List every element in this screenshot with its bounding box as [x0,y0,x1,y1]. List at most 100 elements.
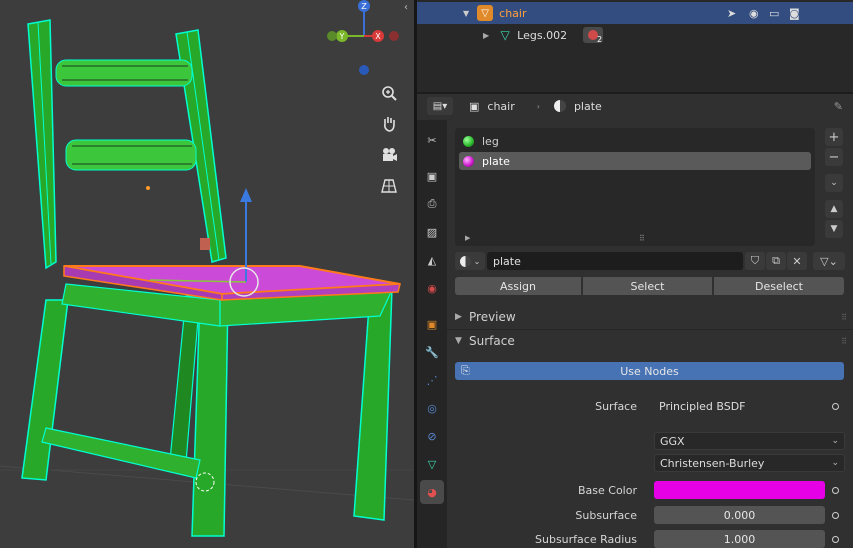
back-rail-middle [65,139,197,171]
mesh-data-icon: ▽ [500,28,510,42]
camera-render-icon[interactable]: ◙ [789,7,800,20]
unlink-material-icon[interactable]: ✕ [787,252,807,270]
remove-slot-button[interactable]: − [825,148,843,166]
subsurface-radius-field[interactable]: 1.000 [654,530,825,548]
material-tab-icon[interactable]: ◕ [420,480,444,504]
constraints-tab-icon[interactable]: ⊘ [420,424,444,448]
surface-shader-value: Principled BSDF [659,399,746,413]
physics-tab-icon[interactable]: ◎ [420,396,444,420]
select-cursor-icon[interactable]: ➤ [727,7,736,20]
expand-arrow-icon[interactable]: ▶ [483,31,489,40]
chevron-down-icon: ⌄ [831,458,839,468]
material-slot-leg[interactable]: leg [459,132,811,150]
camera-view-icon[interactable] [376,142,402,168]
object-tab-icon[interactable]: ▣ [420,312,444,336]
slot-specials-button[interactable]: ⌄ [825,174,843,192]
deselect-button[interactable]: Deselect [714,277,844,295]
material-slot-list[interactable]: leg plate ▶ ⠿ [455,128,815,246]
link-mode-icon[interactable]: ▽⌄ [813,252,845,270]
material-slot-plate[interactable]: plate [459,152,811,170]
base-color-swatch[interactable] [654,481,825,499]
move-slot-down-button[interactable]: ▼ [825,220,843,238]
chevron-down-icon: ⌄ [473,256,481,266]
mesh-data-tab-icon[interactable]: ▽ [420,452,444,476]
use-nodes-label: Use Nodes [620,364,679,378]
material-preview-icon [463,155,474,167]
duplicate-material-icon[interactable]: ⧉ [766,252,786,270]
material-count-badge: 2 [596,35,603,44]
chevron-down-icon: ⌄ [831,436,839,446]
outliner[interactable]: ▼ ▽ chair ➤ ◉ ▭ ◙ ▶ ▽ Legs.002 2 [417,0,853,92]
node-tree-icon: ⎘ [461,364,470,377]
distribution-value: GGX [660,434,685,448]
use-nodes-button[interactable]: ⎘ Use Nodes [455,362,844,380]
subsurface-field[interactable]: 0.000 [654,506,825,524]
gizmo-y-label: Y [339,32,345,41]
perspective-grid-icon[interactable] [376,173,402,199]
eye-icon[interactable]: ◉ [749,7,759,20]
subsurface-method-value: Christensen-Burley [660,456,765,470]
list-filter-arrow-icon[interactable]: ▶ [465,234,470,242]
properties-editor[interactable]: ▤▾ ▣ chair › plate ✎ ✂ ▣ ⎙ ▨ ◭ ◉ ▣ 🔧 ⋰ ◎… [417,94,853,548]
origin-dot [146,186,150,190]
surface-panel-header[interactable]: ▼ Surface ⠿ [447,330,853,352]
add-slot-button[interactable]: + [825,128,843,146]
material-breadcrumb-icon [553,100,566,112]
gizmo-z-label: Z [361,2,367,11]
slot-name: plate [482,154,510,168]
subsurface-method-dropdown[interactable]: Christensen-Burley ⌄ [654,454,845,472]
object-name[interactable]: chair [499,7,526,20]
chair-mesh-scene[interactable] [0,0,414,548]
cursor-marker [200,238,210,250]
move-slot-up-button[interactable]: ▲ [825,200,843,218]
output-tab-icon[interactable]: ⎙ [420,192,444,216]
world-tab-icon[interactable]: ◉ [420,276,444,300]
collapse-arrow-icon[interactable]: ‹ [404,2,408,13]
preview-panel-header[interactable]: ▶ Preview ⠿ [447,306,853,328]
properties-header: ▤▾ ▣ chair › plate ✎ [417,94,853,118]
material-name-field[interactable]: plate [487,252,743,270]
zoom-icon[interactable] [376,80,402,106]
scene-tab-icon[interactable]: ◭ [420,248,444,272]
socket-link-icon[interactable] [826,530,844,548]
back-left-post [27,19,57,270]
tool-tab-icon[interactable]: ✂ [420,128,444,152]
surface-label: Surface [595,400,637,413]
distribution-dropdown[interactable]: GGX ⌄ [654,432,845,450]
editor-type-icon[interactable]: ▤▾ [427,97,453,115]
pan-hand-icon[interactable] [376,111,402,137]
socket-link-icon[interactable] [826,506,844,524]
3d-viewport[interactable]: Z X Y ‹ [0,0,414,548]
breadcrumb-object: chair [487,99,515,113]
render-tab-icon[interactable]: ▣ [420,164,444,188]
outliner-row-legs[interactable]: ▶ ▽ Legs.002 2 [417,24,853,46]
fake-user-shield-icon[interactable]: ⛉ [745,252,765,270]
back-rail-top [55,59,193,87]
slot-name: leg [482,134,499,148]
material-icon: 2 [583,27,604,44]
gizmo-neg-z-handle [359,65,369,75]
outliner-row-chair[interactable]: ▼ ▽ chair ➤ ◉ ▭ ◙ [417,2,853,24]
gizmo-neg-x-handle [389,31,399,41]
browse-material-button[interactable]: ⌄ [455,252,485,270]
particles-tab-icon[interactable]: ⋰ [420,368,444,392]
assign-button[interactable]: Assign [455,277,581,295]
child-name[interactable]: Legs.002 [517,29,567,42]
properties-tabs: ✂ ▣ ⎙ ▨ ◭ ◉ ▣ 🔧 ⋰ ◎ ⊘ ▽ ◕ [417,120,447,548]
navigation-gizmo[interactable]: Z X Y [322,0,414,80]
view-layer-tab-icon[interactable]: ▨ [420,220,444,244]
expand-arrow-icon[interactable]: ▼ [463,9,469,18]
monitor-icon[interactable]: ▭ [769,7,779,20]
surface-shader-field[interactable]: Principled BSDF [654,397,826,415]
subsurface-label: Subsurface [575,509,637,522]
pin-icon[interactable]: ✎ [834,100,843,113]
preview-panel-title: Preview [469,310,516,324]
drag-handle-icon[interactable]: ⠿ [841,337,847,346]
socket-link-icon[interactable] [826,397,844,415]
modifier-tab-icon[interactable]: 🔧 [420,340,444,364]
socket-link-icon[interactable] [826,481,844,499]
list-resize-handle[interactable]: ⠿ [639,234,645,243]
drag-handle-icon[interactable]: ⠿ [841,313,847,322]
select-button[interactable]: Select [583,277,712,295]
material-properties: leg plate ▶ ⠿ + − ⌄ ▲ ▼ ⌄ plate ⛉ ⧉ ✕ ▽⌄… [447,120,853,548]
